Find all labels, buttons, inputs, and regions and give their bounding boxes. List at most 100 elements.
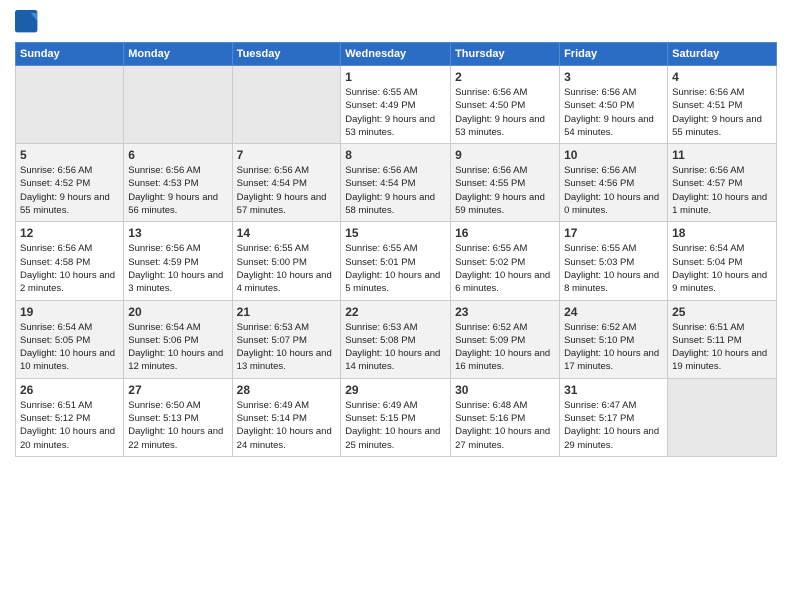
day-info: Sunrise: 6:51 AM Sunset: 5:12 PM Dayligh… (20, 399, 119, 452)
calendar-cell (668, 378, 777, 456)
calendar-week-row: 26 Sunrise: 6:51 AM Sunset: 5:12 PM Dayli… (16, 378, 777, 456)
day-number: 21 (237, 305, 337, 319)
day-info: Sunrise: 6:52 AM Sunset: 5:09 PM Dayligh… (455, 321, 555, 374)
calendar-cell: 25Sunrise: 6:51 AM Sunset: 5:11 PM Dayli… (668, 300, 777, 378)
header (15, 10, 777, 34)
day-number: 29 (345, 383, 446, 397)
day-number: 11 (672, 148, 772, 162)
weekday-header-friday: Friday (560, 43, 668, 66)
day-number: 9 (455, 148, 555, 162)
calendar-body: 1 Sunrise: 6:55 AM Sunset: 4:49 PM Daylig… (16, 66, 777, 457)
weekday-header-wednesday: Wednesday (341, 43, 451, 66)
day-number: 20 (128, 305, 227, 319)
calendar-cell: 28 Sunrise: 6:49 AM Sunset: 5:14 PM Dayli… (232, 378, 341, 456)
calendar-cell: 2 Sunrise: 6:56 AM Sunset: 4:50 PM Daylig… (451, 66, 560, 144)
day-info: Sunrise: 6:56 AM Sunset: 4:54 PM Dayligh… (237, 164, 337, 217)
day-number: 8 (345, 148, 446, 162)
day-number: 2 (455, 70, 555, 84)
day-number: 28 (237, 383, 337, 397)
day-number: 22 (345, 305, 446, 319)
day-info: Sunrise: 6:47 AM Sunset: 5:17 PM Dayligh… (564, 399, 663, 452)
calendar-cell: 4Sunrise: 6:56 AM Sunset: 4:51 PM Daylig… (668, 66, 777, 144)
day-number: 6 (128, 148, 227, 162)
calendar-cell: 19 Sunrise: 6:54 AM Sunset: 5:05 PM Dayli… (16, 300, 124, 378)
day-number: 12 (20, 226, 119, 240)
calendar-header: SundayMondayTuesdayWednesdayThursdayFrid… (16, 43, 777, 66)
calendar-week-row: 5Sunrise: 6:56 AM Sunset: 4:52 PM Daylig… (16, 144, 777, 222)
day-number: 19 (20, 305, 119, 319)
day-info: Sunrise: 6:48 AM Sunset: 5:16 PM Dayligh… (455, 399, 555, 452)
calendar-week-row: 19 Sunrise: 6:54 AM Sunset: 5:05 PM Dayli… (16, 300, 777, 378)
weekday-header-saturday: Saturday (668, 43, 777, 66)
day-info: Sunrise: 6:54 AM Sunset: 5:04 PM Dayligh… (672, 242, 772, 295)
day-number: 1 (345, 70, 446, 84)
day-number: 16 (455, 226, 555, 240)
day-info: Sunrise: 6:56 AM Sunset: 4:55 PM Dayligh… (455, 164, 555, 217)
day-info: Sunrise: 6:55 AM Sunset: 4:49 PM Dayligh… (345, 86, 446, 139)
calendar-cell: 15 Sunrise: 6:55 AM Sunset: 5:01 PM Dayli… (341, 222, 451, 300)
day-number: 25 (672, 305, 772, 319)
calendar-cell: 22Sunrise: 6:53 AM Sunset: 5:08 PM Dayli… (341, 300, 451, 378)
day-info: Sunrise: 6:56 AM Sunset: 4:58 PM Dayligh… (20, 242, 119, 295)
calendar-cell: 5Sunrise: 6:56 AM Sunset: 4:52 PM Daylig… (16, 144, 124, 222)
weekday-header-monday: Monday (124, 43, 232, 66)
day-number: 7 (237, 148, 337, 162)
calendar-cell: 6 Sunrise: 6:56 AM Sunset: 4:53 PM Daylig… (124, 144, 232, 222)
calendar-cell: 1 Sunrise: 6:55 AM Sunset: 4:49 PM Daylig… (341, 66, 451, 144)
calendar-cell: 26 Sunrise: 6:51 AM Sunset: 5:12 PM Dayli… (16, 378, 124, 456)
calendar-cell: 21 Sunrise: 6:53 AM Sunset: 5:07 PM Dayli… (232, 300, 341, 378)
calendar-cell: 16Sunrise: 6:55 AM Sunset: 5:02 PM Dayli… (451, 222, 560, 300)
calendar-cell: 7 Sunrise: 6:56 AM Sunset: 4:54 PM Daylig… (232, 144, 341, 222)
calendar-cell (16, 66, 124, 144)
day-info: Sunrise: 6:56 AM Sunset: 4:59 PM Dayligh… (128, 242, 227, 295)
day-info: Sunrise: 6:55 AM Sunset: 5:00 PM Dayligh… (237, 242, 337, 295)
calendar-cell: 13 Sunrise: 6:56 AM Sunset: 4:59 PM Dayli… (124, 222, 232, 300)
day-info: Sunrise: 6:54 AM Sunset: 5:05 PM Dayligh… (20, 321, 119, 374)
calendar-cell: 12 Sunrise: 6:56 AM Sunset: 4:58 PM Dayli… (16, 222, 124, 300)
day-info: Sunrise: 6:56 AM Sunset: 4:50 PM Dayligh… (564, 86, 663, 139)
day-info: Sunrise: 6:49 AM Sunset: 5:15 PM Dayligh… (345, 399, 446, 452)
day-number: 31 (564, 383, 663, 397)
day-number: 24 (564, 305, 663, 319)
calendar-cell: 17Sunrise: 6:55 AM Sunset: 5:03 PM Dayli… (560, 222, 668, 300)
calendar-cell: 14 Sunrise: 6:55 AM Sunset: 5:00 PM Dayli… (232, 222, 341, 300)
calendar-cell: 8Sunrise: 6:56 AM Sunset: 4:54 PM Daylig… (341, 144, 451, 222)
day-number: 4 (672, 70, 772, 84)
calendar-cell (232, 66, 341, 144)
weekday-header-thursday: Thursday (451, 43, 560, 66)
weekday-header-sunday: Sunday (16, 43, 124, 66)
calendar-week-row: 1 Sunrise: 6:55 AM Sunset: 4:49 PM Daylig… (16, 66, 777, 144)
calendar-cell: 10 Sunrise: 6:56 AM Sunset: 4:56 PM Dayli… (560, 144, 668, 222)
day-info: Sunrise: 6:56 AM Sunset: 4:56 PM Dayligh… (564, 164, 663, 217)
day-info: Sunrise: 6:56 AM Sunset: 4:50 PM Dayligh… (455, 86, 555, 139)
calendar-cell: 9 Sunrise: 6:56 AM Sunset: 4:55 PM Daylig… (451, 144, 560, 222)
calendar-cell: 31 Sunrise: 6:47 AM Sunset: 5:17 PM Dayli… (560, 378, 668, 456)
day-number: 26 (20, 383, 119, 397)
day-number: 18 (672, 226, 772, 240)
logo-icon (15, 10, 39, 34)
day-info: Sunrise: 6:56 AM Sunset: 4:57 PM Dayligh… (672, 164, 772, 217)
logo (15, 10, 43, 34)
day-number: 5 (20, 148, 119, 162)
calendar-cell: 29 Sunrise: 6:49 AM Sunset: 5:15 PM Dayli… (341, 378, 451, 456)
day-info: Sunrise: 6:55 AM Sunset: 5:01 PM Dayligh… (345, 242, 446, 295)
day-info: Sunrise: 6:49 AM Sunset: 5:14 PM Dayligh… (237, 399, 337, 452)
calendar-cell: 11 Sunrise: 6:56 AM Sunset: 4:57 PM Dayli… (668, 144, 777, 222)
day-info: Sunrise: 6:54 AM Sunset: 5:06 PM Dayligh… (128, 321, 227, 374)
day-number: 13 (128, 226, 227, 240)
calendar-cell (124, 66, 232, 144)
day-number: 14 (237, 226, 337, 240)
calendar-cell: 3Sunrise: 6:56 AM Sunset: 4:50 PM Daylig… (560, 66, 668, 144)
day-info: Sunrise: 6:56 AM Sunset: 4:53 PM Dayligh… (128, 164, 227, 217)
calendar-cell: 23Sunrise: 6:52 AM Sunset: 5:09 PM Dayli… (451, 300, 560, 378)
calendar-cell: 30 Sunrise: 6:48 AM Sunset: 5:16 PM Dayli… (451, 378, 560, 456)
day-number: 15 (345, 226, 446, 240)
day-info: Sunrise: 6:53 AM Sunset: 5:07 PM Dayligh… (237, 321, 337, 374)
day-info: Sunrise: 6:50 AM Sunset: 5:13 PM Dayligh… (128, 399, 227, 452)
calendar-cell: 18 Sunrise: 6:54 AM Sunset: 5:04 PM Dayli… (668, 222, 777, 300)
day-number: 17 (564, 226, 663, 240)
day-number: 10 (564, 148, 663, 162)
calendar-cell: 20 Sunrise: 6:54 AM Sunset: 5:06 PM Dayli… (124, 300, 232, 378)
calendar-week-row: 12 Sunrise: 6:56 AM Sunset: 4:58 PM Dayli… (16, 222, 777, 300)
day-number: 30 (455, 383, 555, 397)
